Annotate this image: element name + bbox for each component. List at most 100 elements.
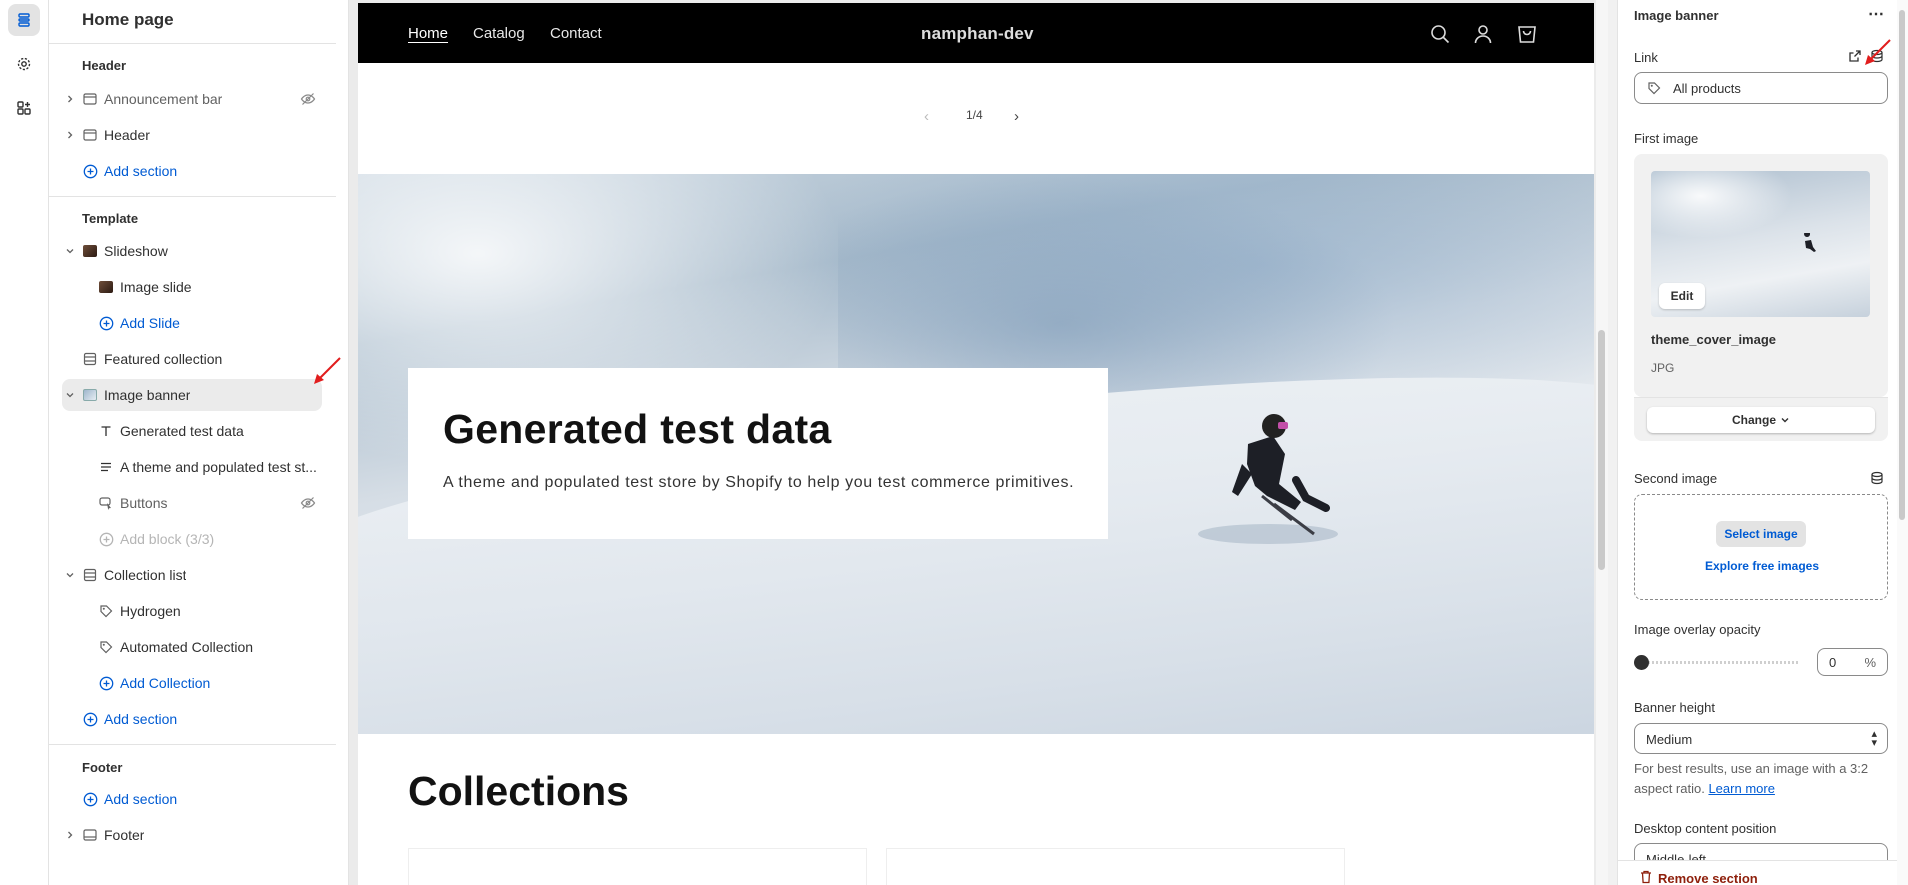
skier-illustration xyxy=(1198,414,1338,544)
second-image-label: Second image xyxy=(1634,471,1718,486)
collection-icon xyxy=(82,351,98,367)
add-section-template-button[interactable]: Add section xyxy=(62,703,322,735)
preview-scrollbar[interactable] xyxy=(1596,0,1608,885)
select-image-button[interactable]: Select image xyxy=(1716,521,1806,547)
gear-icon xyxy=(17,57,31,71)
chevron-down-icon[interactable] xyxy=(62,243,78,259)
cart-icon[interactable] xyxy=(1516,23,1538,45)
section-footer[interactable]: Footer xyxy=(62,819,322,851)
add-section-label: Add section xyxy=(104,163,178,179)
explore-free-images-link[interactable]: Explore free images xyxy=(1635,559,1889,573)
chevron-down-icon[interactable] xyxy=(62,567,78,583)
remove-section-button[interactable]: Remove section xyxy=(1658,871,1758,885)
slideshow-pager: ‹ 1/4 › xyxy=(358,63,1594,174)
overlay-opacity-input[interactable]: 0 % xyxy=(1817,648,1888,676)
block-label: Buttons xyxy=(120,495,168,511)
eye-hidden-icon[interactable] xyxy=(300,495,316,511)
slider-handle[interactable] xyxy=(1634,655,1649,670)
collection-card[interactable] xyxy=(886,848,1345,885)
chevron-down-icon[interactable] xyxy=(62,387,78,403)
slide-counter: 1/4 xyxy=(966,108,983,122)
paragraph-icon xyxy=(98,459,114,475)
block-label: Automated Collection xyxy=(120,639,254,655)
banner-heading: Generated test data xyxy=(443,406,832,452)
add-block-button[interactable]: Add block (3/3) xyxy=(62,523,322,555)
block-buttons[interactable]: Buttons xyxy=(62,487,322,519)
add-section-header-button[interactable]: Add section xyxy=(62,155,322,187)
link-input[interactable]: All products xyxy=(1634,72,1888,104)
plus-circle-icon xyxy=(98,531,114,547)
add-slide-button[interactable]: Add Slide xyxy=(62,307,322,339)
collection-icon xyxy=(82,567,98,583)
remove-section-bar: Remove section xyxy=(1618,860,1908,885)
sections-rail-button[interactable] xyxy=(8,4,40,36)
scrollbar-thumb[interactable] xyxy=(1598,330,1605,570)
chevron-right-icon[interactable] xyxy=(62,91,78,107)
select-arrows-icon: ▴ ▾ xyxy=(1871,728,1877,749)
block-text[interactable]: A theme and populated test st... xyxy=(62,451,322,483)
storefront-preview: Home Catalog Contact namphan-dev ‹ 1/4 › xyxy=(358,3,1594,885)
banner-height-select[interactable]: Medium ▴ ▾ xyxy=(1634,723,1888,754)
percent-unit: % xyxy=(1864,655,1876,670)
block-label: Hydrogen xyxy=(120,603,181,619)
block-image-slide[interactable]: Image slide xyxy=(62,271,322,303)
add-section-footer-button[interactable]: Add section xyxy=(62,783,322,815)
block-label: Image slide xyxy=(120,279,192,295)
plus-circle-icon xyxy=(82,791,98,807)
search-icon[interactable] xyxy=(1429,23,1451,45)
overlay-opacity-slider[interactable] xyxy=(1634,652,1801,672)
section-image-banner[interactable]: Image banner xyxy=(62,379,322,411)
app-embeds-rail-button[interactable] xyxy=(8,92,40,124)
image-extension: JPG xyxy=(1651,361,1675,375)
theme-settings-rail-button[interactable] xyxy=(8,48,40,80)
store-brand[interactable]: namphan-dev xyxy=(921,24,1034,44)
chevron-right-icon[interactable] xyxy=(62,127,78,143)
more-actions-icon[interactable]: ⋯ xyxy=(1868,4,1884,24)
overlay-opacity-label: Image overlay opacity xyxy=(1634,622,1761,637)
chevron-right-icon[interactable] xyxy=(62,827,78,843)
nav-link-home[interactable]: Home xyxy=(408,25,448,42)
add-collection-button[interactable]: Add Collection xyxy=(62,667,322,699)
slide-next-button[interactable]: › xyxy=(1014,108,1019,125)
block-hydrogen[interactable]: Hydrogen xyxy=(62,595,322,627)
nav-link-catalog[interactable]: Catalog xyxy=(473,25,525,42)
block-heading[interactable]: Generated test data xyxy=(62,415,322,447)
collection-card[interactable] xyxy=(408,848,867,885)
group-label-footer: Footer xyxy=(82,760,123,775)
add-block-label: Add block (3/3) xyxy=(120,531,215,547)
nav-link-contact[interactable]: Contact xyxy=(550,25,602,42)
section-label: Slideshow xyxy=(104,243,168,259)
page-title: Home page xyxy=(82,10,174,29)
scrollbar-thumb[interactable] xyxy=(1899,10,1905,520)
button-icon xyxy=(98,495,114,511)
section-collection-list[interactable]: Collection list xyxy=(62,559,322,591)
change-image-button[interactable]: Change xyxy=(1647,407,1875,433)
block-automated-collection[interactable]: Automated Collection xyxy=(62,631,322,663)
section-label: Header xyxy=(104,127,150,143)
add-section-label: Add section xyxy=(104,791,178,807)
dynamic-source-icon[interactable] xyxy=(1870,471,1884,485)
edit-image-button[interactable]: Edit xyxy=(1659,283,1705,309)
link-value: All products xyxy=(1673,81,1741,96)
plus-circle-icon xyxy=(98,315,114,331)
settings-scrollbar[interactable] xyxy=(1897,0,1908,885)
section-label: Announcement bar xyxy=(104,91,223,107)
image-thumbnail-icon xyxy=(98,279,114,295)
overlay-opacity-value: 0 xyxy=(1829,655,1837,670)
eye-hidden-icon[interactable] xyxy=(300,91,316,107)
image-banner[interactable]: Generated test data A theme and populate… xyxy=(358,174,1594,734)
section-slideshow[interactable]: Slideshow xyxy=(62,235,322,267)
group-label-header: Header xyxy=(82,58,127,73)
slide-prev-button[interactable]: ‹ xyxy=(924,108,929,125)
skier-thumbnail-figure xyxy=(1804,233,1816,252)
learn-more-link[interactable]: Learn more xyxy=(1708,781,1774,796)
second-image-dropzone[interactable]: Select image Explore free images xyxy=(1634,494,1888,600)
section-featured-collection[interactable]: Featured collection xyxy=(62,343,322,375)
section-header[interactable]: Header xyxy=(62,119,322,151)
section-announcement-bar[interactable]: Announcement bar xyxy=(62,83,322,115)
first-image-thumbnail[interactable]: Edit xyxy=(1651,171,1870,317)
add-section-label: Add section xyxy=(104,711,178,727)
theme-editor: Home page Header Announcement bar Header… xyxy=(0,0,1908,885)
account-icon[interactable] xyxy=(1472,23,1494,45)
plus-circle-icon xyxy=(98,675,114,691)
